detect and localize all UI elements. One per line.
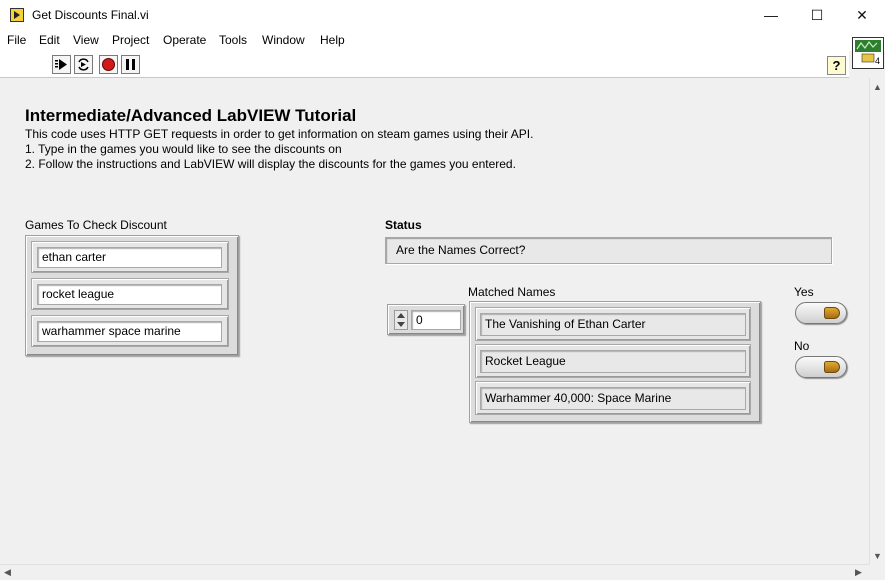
- matched-names-label: Matched Names: [468, 285, 556, 299]
- window-title: Get Discounts Final.vi: [32, 8, 149, 22]
- game-input-2[interactable]: rocket league: [37, 284, 222, 305]
- menu-bar: File Edit View Project Operate Tools Win…: [0, 31, 885, 51]
- scroll-right-icon[interactable]: ▶: [855, 567, 862, 578]
- no-label: No: [794, 339, 810, 353]
- stop-icon: [102, 58, 115, 71]
- scroll-corner: [869, 564, 885, 580]
- description-line-1: This code uses HTTP GET requests in orde…: [25, 127, 534, 141]
- run-continuously-icon: [78, 58, 89, 71]
- horizontal-scrollbar[interactable]: ◀ ▶: [0, 564, 869, 580]
- game-input-3[interactable]: warhammer space marine: [37, 321, 222, 342]
- toolbar: [0, 51, 849, 78]
- game-input-1[interactable]: ethan carter: [37, 247, 222, 268]
- status-label: Status: [385, 218, 422, 232]
- menu-view[interactable]: View: [73, 33, 99, 47]
- menu-edit[interactable]: Edit: [39, 33, 60, 47]
- scroll-left-icon[interactable]: ◀: [4, 567, 11, 578]
- matched-name-3: Warhammer 40,000: Space Marine: [480, 387, 746, 410]
- pause-button[interactable]: [121, 55, 140, 74]
- menu-help[interactable]: Help: [320, 33, 345, 47]
- labview-app-icon: [10, 8, 24, 22]
- run-continuously-button[interactable]: [74, 55, 93, 74]
- menu-file[interactable]: File: [7, 33, 26, 47]
- run-arrow-icon: [55, 59, 67, 70]
- no-led: [824, 361, 840, 373]
- yes-label: Yes: [794, 285, 814, 299]
- array-index-input[interactable]: 0: [411, 310, 461, 330]
- scroll-down-icon[interactable]: ▼: [873, 551, 882, 561]
- no-button[interactable]: [795, 356, 847, 378]
- run-button[interactable]: [52, 55, 71, 74]
- tutorial-heading: Intermediate/Advanced LabVIEW Tutorial: [25, 106, 357, 125]
- close-button[interactable]: ✕: [839, 0, 885, 31]
- yes-led: [824, 307, 840, 319]
- menu-project[interactable]: Project: [112, 33, 149, 47]
- matched-name-2: Rocket League: [480, 350, 746, 373]
- yes-button[interactable]: [795, 302, 847, 324]
- vi-icon-count: 4: [875, 56, 881, 66]
- abort-button[interactable]: [99, 55, 118, 74]
- matched-name-1: The Vanishing of Ethan Carter: [480, 313, 746, 336]
- index-stepper[interactable]: [394, 310, 408, 330]
- context-help-button[interactable]: ?: [827, 56, 846, 75]
- status-indicator: Are the Names Correct?: [385, 237, 832, 264]
- vi-icon[interactable]: 4: [852, 37, 884, 69]
- minimize-button[interactable]: —: [748, 0, 794, 31]
- menu-tools[interactable]: Tools: [219, 33, 247, 47]
- description-line-2: 1. Type in the games you would like to s…: [25, 142, 342, 156]
- up-down-arrow-icon: [397, 313, 405, 327]
- vertical-scrollbar[interactable]: ▲ ▼: [869, 78, 885, 564]
- menu-window[interactable]: Window: [262, 33, 305, 47]
- maximize-button[interactable]: ☐: [794, 0, 840, 31]
- pause-icon: [126, 59, 135, 70]
- menu-operate[interactable]: Operate: [163, 33, 206, 47]
- games-label: Games To Check Discount: [25, 218, 167, 232]
- scroll-up-icon[interactable]: ▲: [873, 82, 882, 92]
- description-line-3: 2. Follow the instructions and LabVIEW w…: [25, 157, 516, 171]
- title-bar: Get Discounts Final.vi — ☐ ✕: [0, 0, 885, 31]
